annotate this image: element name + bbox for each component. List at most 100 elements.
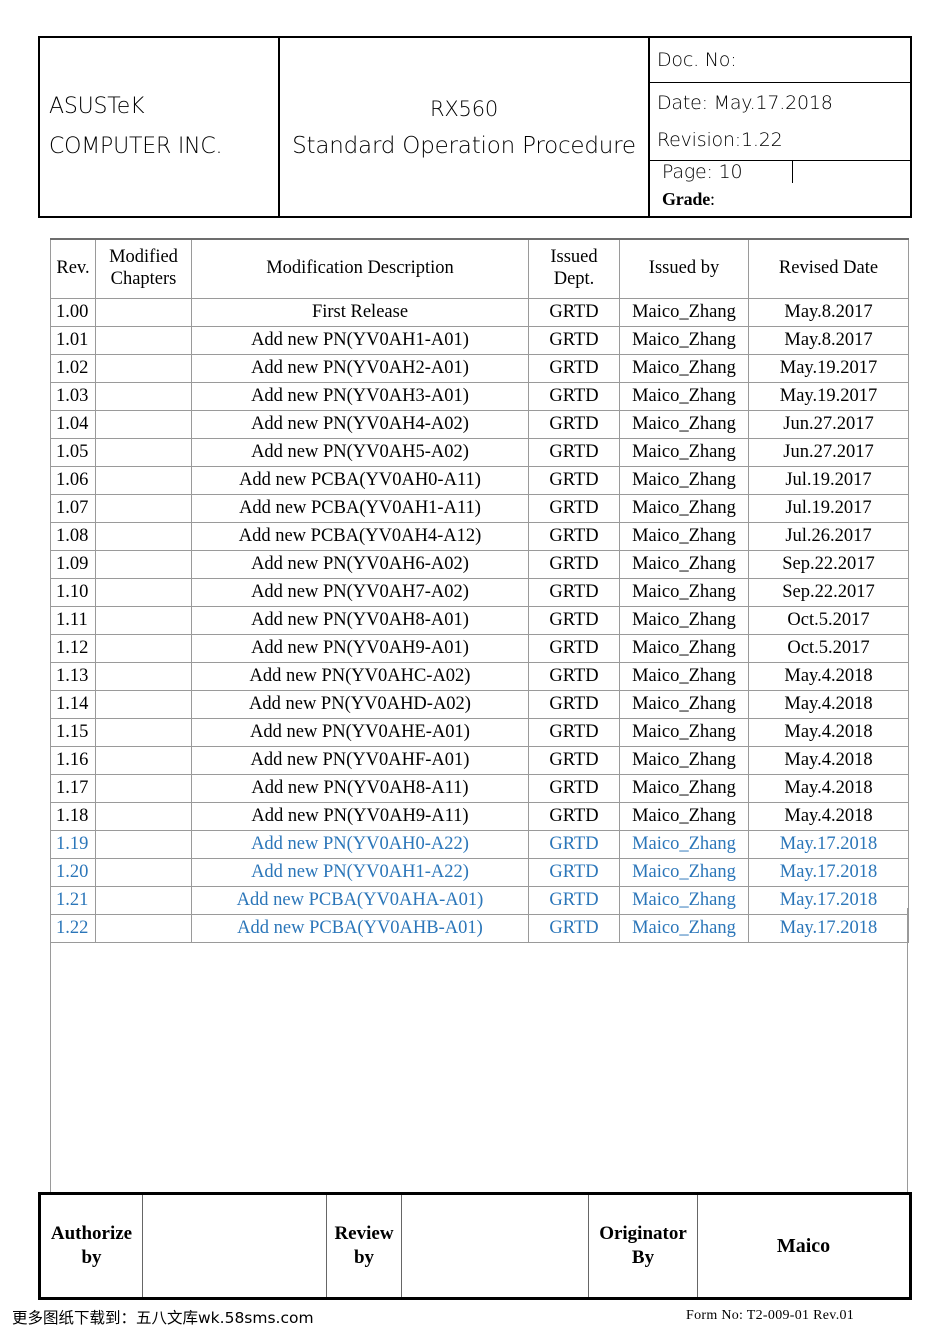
cell-dept: GRTD (528, 746, 620, 775)
cell-dept: GRTD (528, 354, 620, 383)
authorize-by-label-l1: Authorize (50, 1223, 133, 1245)
cell-description: Add new PN(YV0AH2-A01) (191, 354, 529, 383)
revision-table-body: 1.00 First Release GRTD Maico_Zhang May.8.20… (50, 298, 909, 943)
table-row: 1.02 Add new PN(YV0AH2-A01) GRTD Maico_Zhan… (50, 354, 909, 383)
cell-revised-date: Jul.26.2017 (748, 522, 909, 551)
cell-description: Add new PN(YV0AH1-A22) (191, 858, 529, 887)
cell-revised-date: Jun.27.2017 (748, 438, 909, 467)
cell-chapters (95, 382, 192, 411)
cell-description: Add new PN(YV0AH6-A02) (191, 550, 529, 579)
grade-colon: : (710, 189, 715, 209)
cell-description: Add new PN(YV0AH8-A11) (191, 774, 529, 803)
cell-description: Add new PN(YV0AH0-A22) (191, 830, 529, 859)
authorize-by-value-cell[interactable] (143, 1195, 327, 1297)
company-name-line1: ASUSTeK (49, 93, 145, 119)
cell-dept: GRTD (528, 298, 620, 327)
cell-description: Add new PN(YV0AH1-A01) (191, 326, 529, 355)
cell-description: Add new PCBA(YV0AH4-A12) (191, 522, 529, 551)
cell-issued-by: Maico_Zhang (619, 802, 749, 831)
doc-date-label: Date: May.17.2018 (657, 92, 833, 115)
originator-by-value: Maico (776, 1234, 831, 1257)
cell-revised-date: Oct.5.2017 (748, 606, 909, 635)
cell-issued-by: Maico_Zhang (619, 354, 749, 383)
cell-dept: GRTD (528, 410, 620, 439)
cell-dept: GRTD (528, 634, 620, 663)
cell-revised-date: May.17.2018 (748, 858, 909, 887)
cell-description: Add new PCBA(YV0AH0-A11) (191, 466, 529, 495)
cell-description: Add new PN(YV0AHE-A01) (191, 718, 529, 747)
document-meta-cell: Doc. No: Date: May.17.2018 Revision:1.22… (650, 38, 910, 216)
table-header-row: Rev. Modified Chapters Modification Desc… (50, 238, 909, 299)
cell-rev: 1.12 (50, 634, 96, 663)
cell-issued-by: Maico_Zhang (619, 326, 749, 355)
review-by-value-cell[interactable] (402, 1195, 589, 1297)
cell-issued-by: Maico_Zhang (619, 466, 749, 495)
cell-issued-by: Maico_Zhang (619, 662, 749, 691)
cell-rev: 1.11 (50, 606, 96, 635)
cell-revised-date: May.4.2018 (748, 718, 909, 747)
table-row: 1.00 First Release GRTD Maico_Zhang May.8.20… (50, 298, 909, 327)
cell-rev: 1.19 (50, 830, 96, 859)
table-row: 1.18 Add new PN(YV0AH9-A11) GRTD Maico_Zhan… (50, 802, 909, 831)
cell-chapters (95, 690, 192, 719)
cell-dept: GRTD (528, 466, 620, 495)
cell-description: Add new PN(YV0AH8-A01) (191, 606, 529, 635)
cell-dept: GRTD (528, 718, 620, 747)
col-header-revised-date-label: Revised Date (778, 258, 879, 279)
cell-revised-date: Sep.22.2017 (748, 550, 909, 579)
cell-description: Add new PN(YV0AHF-A01) (191, 746, 529, 775)
originator-by-label-cell: Originator By (589, 1195, 698, 1297)
cell-dept: GRTD (528, 438, 620, 467)
cell-rev: 1.01 (50, 326, 96, 355)
cell-chapters (95, 606, 192, 635)
review-by-label: Review by (334, 1222, 393, 1270)
cell-rev: 1.00 (50, 298, 96, 327)
cell-revised-date: May.8.2017 (748, 326, 909, 355)
cell-issued-by: Maico_Zhang (619, 298, 749, 327)
originator-by-value-cell[interactable]: Maico (698, 1195, 909, 1297)
footer-form-no: Form No: T2-009-01 Rev.01 (686, 1308, 855, 1323)
page-number-cell: Page: 10 (650, 161, 793, 183)
cell-chapters (95, 662, 192, 691)
col-header-modified-chapters-l2: Chapters (110, 269, 177, 289)
table-row: 1.12 Add new PN(YV0AH9-A01) GRTD Maico_Zhan… (50, 634, 909, 663)
product-model: RX560 (429, 97, 499, 122)
originator-by-label-l1: Originator (599, 1223, 687, 1245)
cell-issued-by: Maico_Zhang (619, 494, 749, 523)
cell-dept: GRTD (528, 690, 620, 719)
authorize-by-label-l2: by (81, 1247, 102, 1268)
col-header-modified-chapters-l1: Modified (109, 247, 178, 268)
table-row: 1.06 Add new PCBA(YV0AH0-A11) GRTD Maico_Zh… (50, 466, 909, 495)
cell-chapters (95, 326, 192, 355)
cell-revised-date: Jul.19.2017 (748, 494, 909, 523)
table-row: 1.10 Add new PN(YV0AH7-A02) GRTD Maico_Zhan… (50, 578, 909, 607)
originator-by-label: Originator By (599, 1222, 687, 1270)
cell-description: Add new PN(YV0AHD-A02) (191, 690, 529, 719)
cell-description: Add new PCBA(YV0AH1-A11) (191, 494, 529, 523)
approval-signature-block: Authorize by Review by Originator By Maico (38, 1192, 912, 1300)
cell-rev: 1.09 (50, 550, 96, 579)
page-title: Standard Operation Procedure (292, 133, 636, 160)
cell-dept: GRTD (528, 550, 620, 579)
cell-issued-by: Maico_Zhang (619, 830, 749, 859)
grade-cell: Grade: (650, 183, 910, 216)
revision-history: Rev. Modified Chapters Modification Desc… (50, 238, 909, 943)
col-header-modified-chapters: Modified Chapters (95, 238, 192, 299)
cell-rev: 1.06 (50, 466, 96, 495)
cell-revised-date: Sep.22.2017 (748, 578, 909, 607)
cell-description: Add new PN(YV0AH7-A02) (191, 578, 529, 607)
table-row: 1.08 Add new PCBA(YV0AH4-A12) GRTD Maico_Zh… (50, 522, 909, 551)
cell-revised-date: May.19.2017 (748, 382, 909, 411)
col-header-rev: Rev. (50, 238, 96, 299)
cell-chapters (95, 746, 192, 775)
col-header-issued-dept-l1: Issued (550, 247, 598, 268)
cell-dept: GRTD (528, 830, 620, 859)
review-by-label-l2: by (353, 1247, 375, 1268)
cell-revised-date: May.4.2018 (748, 774, 909, 803)
table-row: 1.14 Add new PN(YV0AHD-A02) GRTD Maico_Zhan… (50, 690, 909, 719)
cell-description: Add new PN(YV0AHC-A02) (191, 662, 529, 691)
cell-dept: GRTD (528, 522, 620, 551)
doc-revision-label: Revision:1.22 (657, 128, 783, 151)
cell-chapters (95, 830, 192, 859)
doc-no-row: Doc. No: (650, 38, 910, 83)
